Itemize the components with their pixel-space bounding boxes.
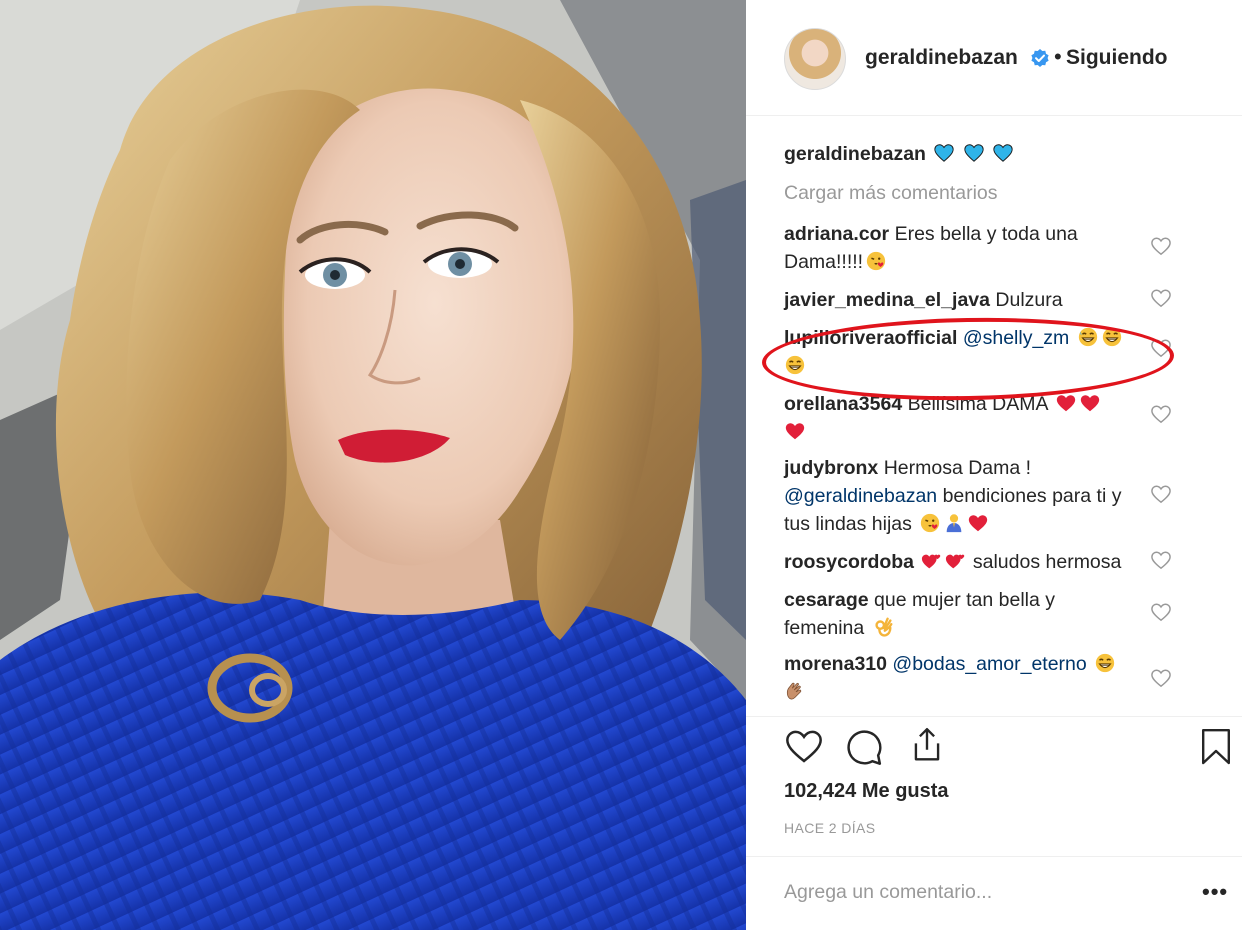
comment-username[interactable]: roosycordoba bbox=[784, 551, 914, 573]
comment-text-cont: femenina bbox=[784, 617, 865, 639]
comment-text: Eres bella y toda una bbox=[894, 223, 1078, 245]
comment-text: Dulzura bbox=[995, 289, 1063, 311]
kiss-wink-icon bbox=[866, 251, 886, 271]
blue-heart-icon bbox=[993, 144, 1013, 162]
comment-text: saludos hermosa bbox=[972, 551, 1122, 573]
comment-like-icon[interactable] bbox=[1150, 602, 1172, 622]
load-more-comments[interactable]: Cargar más comentarios bbox=[784, 182, 998, 205]
post-header: geraldinebazan • Siguiendo bbox=[746, 0, 1242, 116]
comment-item: judybronx Hermosa Dama ! @geraldinebazan… bbox=[784, 454, 1174, 538]
share-icon[interactable] bbox=[908, 725, 946, 765]
comment-like-icon[interactable] bbox=[1150, 288, 1172, 308]
grin-sweat-icon bbox=[1096, 653, 1115, 673]
comment-username[interactable]: judybronx bbox=[784, 457, 878, 479]
post-caption: geraldinebazan bbox=[784, 140, 1174, 168]
author-username[interactable]: geraldinebazan bbox=[865, 46, 1018, 70]
comment-like-icon[interactable] bbox=[1150, 236, 1172, 256]
header-separator: • bbox=[1054, 44, 1062, 69]
add-comment-bar: ••• bbox=[746, 856, 1242, 930]
photo-illustration bbox=[0, 0, 746, 930]
clapping-hands-icon bbox=[786, 682, 802, 700]
comment-text-cont: Dama!!!!! bbox=[784, 251, 864, 273]
comment-bubble-icon[interactable] bbox=[844, 727, 884, 767]
comment-like-icon[interactable] bbox=[1150, 404, 1172, 424]
comment-text-cont: bendiciones para ti y bbox=[942, 485, 1122, 507]
post-timestamp[interactable]: HACE 2 DÍAS bbox=[784, 820, 876, 836]
comment-like-icon[interactable] bbox=[1150, 484, 1172, 504]
following-button[interactable]: Siguiendo bbox=[1066, 46, 1168, 70]
red-heart-icon bbox=[785, 423, 805, 440]
add-comment-input[interactable] bbox=[784, 881, 1164, 904]
comment-mention[interactable]: @bodas_amor_eterno bbox=[892, 653, 1086, 675]
comment-text: que mujer tan bella y bbox=[874, 589, 1056, 611]
comment-username[interactable]: cesarage bbox=[784, 589, 869, 611]
comment-like-icon[interactable] bbox=[1150, 550, 1172, 570]
comment-item: javier_medina_el_java Dulzura bbox=[784, 286, 1174, 314]
red-heart-icon bbox=[969, 515, 988, 532]
comment-item: morena310 @bodas_amor_eterno bbox=[784, 650, 1174, 706]
more-options-icon[interactable]: ••• bbox=[1202, 879, 1228, 905]
comment-text: Hermosa Dama ! bbox=[883, 457, 1032, 479]
post-sidebar: geraldinebazan • Siguiendo geraldinebaza… bbox=[746, 0, 1242, 930]
post-photo[interactable] bbox=[0, 0, 746, 930]
caption-username[interactable]: geraldinebazan bbox=[784, 143, 926, 165]
blue-heart-icon bbox=[934, 144, 955, 162]
comment-text-cont: tus lindas hijas bbox=[784, 513, 912, 535]
avatar[interactable] bbox=[784, 28, 846, 90]
praying-person-icon bbox=[946, 514, 962, 533]
comment-username[interactable]: morena310 bbox=[784, 653, 887, 675]
comment-item: adriana.cor Eres bella y toda una Dama!!… bbox=[784, 220, 1174, 276]
comment-username[interactable]: adriana.cor bbox=[784, 223, 889, 245]
revolving-hearts-icon bbox=[946, 554, 965, 569]
bookmark-icon[interactable] bbox=[1200, 727, 1232, 767]
ok-hand-icon bbox=[875, 617, 893, 637]
comment-like-icon[interactable] bbox=[1150, 668, 1172, 688]
kiss-wink-icon bbox=[921, 513, 940, 533]
comment-username[interactable]: javier_medina_el_java bbox=[784, 289, 990, 311]
verified-badge-icon bbox=[1031, 49, 1049, 67]
like-heart-icon[interactable] bbox=[784, 727, 824, 765]
red-heart-icon bbox=[1056, 395, 1075, 412]
red-heart-icon bbox=[1080, 395, 1099, 412]
likes-count[interactable]: 102,424 Me gusta bbox=[784, 780, 949, 803]
revolving-hearts-icon bbox=[922, 554, 941, 569]
blue-heart-icon bbox=[964, 144, 984, 162]
action-bar bbox=[746, 716, 1242, 765]
comment-item: roosycordoba saludos hermosa bbox=[784, 548, 1174, 576]
comment-mention[interactable]: @geraldinebazan bbox=[784, 485, 937, 507]
comment-item: cesarage que mujer tan bella y femenina bbox=[784, 586, 1174, 642]
